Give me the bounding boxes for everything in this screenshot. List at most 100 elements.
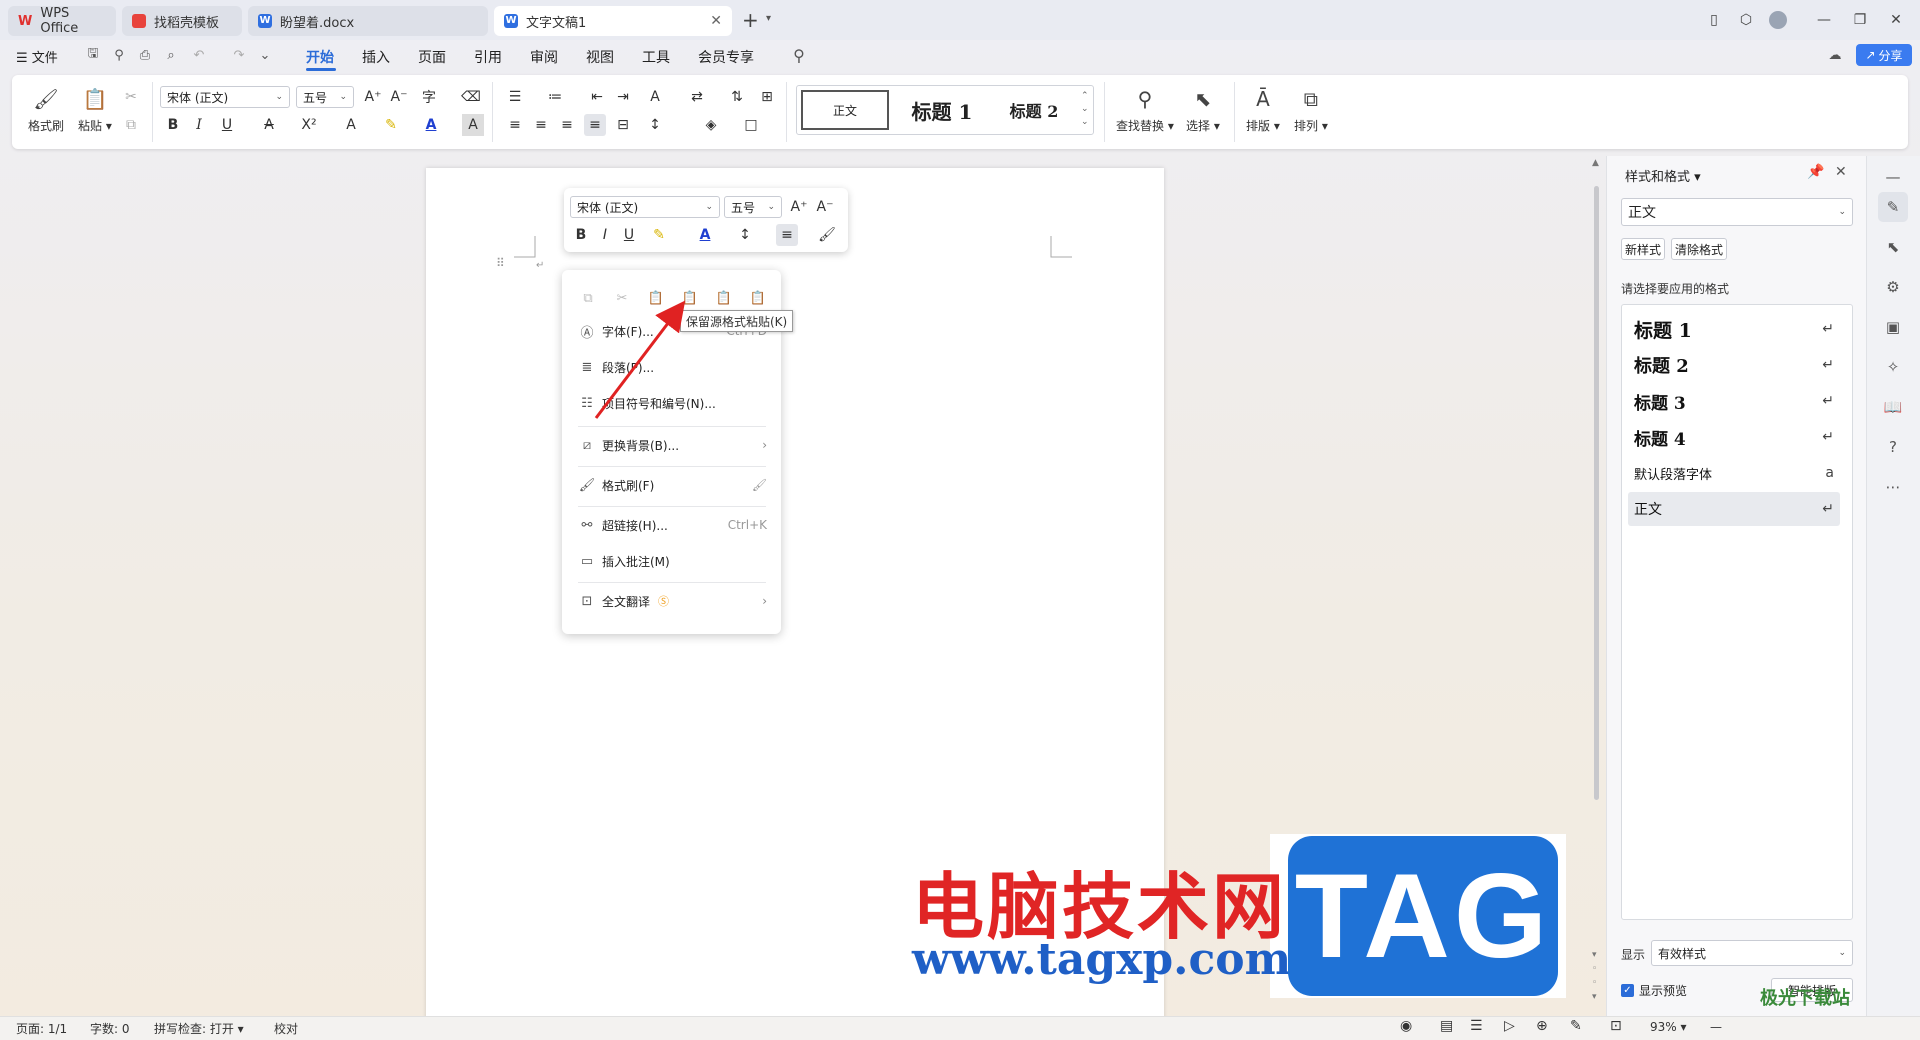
arrange-button[interactable]: ⧉ 排列 ▾ (1294, 86, 1328, 134)
distribute-icon[interactable]: ⊟ (612, 114, 634, 136)
font-color-icon[interactable]: A (694, 224, 716, 246)
highlight-icon[interactable]: ✎ (380, 114, 402, 136)
italic-icon[interactable]: I (594, 224, 616, 246)
scroll-thumb[interactable] (1594, 186, 1599, 800)
paste-button[interactable]: 📋 粘贴 ▾ (78, 86, 112, 134)
tab-template[interactable]: 找稻壳模板 (122, 6, 242, 36)
grow-font-icon[interactable]: A⁺ (362, 86, 384, 108)
undo-icon[interactable]: ↶ (190, 46, 208, 64)
style-item-heading2[interactable]: 标题 2 ↵ (1634, 348, 1840, 382)
style-item-default-font[interactable]: 默认段落字体 a (1634, 456, 1840, 490)
select-cursor-icon[interactable]: ⬉ (1878, 232, 1908, 262)
more-icon[interactable]: ⋯ (1878, 472, 1908, 502)
current-style-select[interactable]: 正文 ⌄ (1621, 198, 1853, 226)
italic-icon[interactable]: I (188, 114, 210, 136)
web-view-icon[interactable]: ⊕ (1536, 1018, 1548, 1034)
align-center-icon[interactable]: ≡ (530, 114, 552, 136)
numbered-list-icon[interactable]: ≔ (544, 86, 566, 108)
cloud-icon[interactable]: ☁ (1826, 46, 1844, 64)
menu-view[interactable]: 视图 (586, 47, 614, 67)
close-panel-icon[interactable]: ✕ (1835, 164, 1847, 180)
new-tab-button[interactable]: + (742, 8, 759, 32)
bold-icon[interactable]: B (570, 224, 592, 246)
text-direction-icon[interactable]: ⇄ (686, 86, 708, 108)
increase-indent-icon[interactable]: ⇥ (612, 86, 634, 108)
bold-icon[interactable]: B (162, 114, 184, 136)
chinese-layout-icon[interactable]: A (644, 86, 666, 108)
menu-insert[interactable]: 插入 (362, 47, 390, 67)
tools-icon[interactable]: ✧ (1878, 352, 1908, 382)
print-preview-icon[interactable]: ⌕ (162, 46, 180, 64)
vertical-scrollbar[interactable]: ▲ ▾ ◦ ◦ ▾ (1586, 156, 1606, 1018)
clear-format-button[interactable]: 清除格式 (1671, 238, 1727, 260)
pen-icon[interactable]: ✎ (1570, 1018, 1582, 1034)
close-tab-icon[interactable]: ✕ (710, 13, 722, 29)
find-replace-button[interactable]: ⚲ 查找替换 ▾ (1116, 86, 1174, 134)
spell-check-status[interactable]: 拼写检查: 打开 ▾ (154, 1020, 244, 1037)
menu-review[interactable]: 审阅 (530, 47, 558, 67)
pin-icon[interactable]: 📌 (1807, 164, 1824, 180)
play-icon[interactable]: ▷ (1504, 1018, 1515, 1034)
menu-insert-comment[interactable]: ▭ 插入批注(M) (562, 546, 781, 576)
font-size-select[interactable]: 五号 ⌄ (296, 86, 354, 108)
drag-handle-icon[interactable]: ⠿ (496, 256, 505, 270)
highlight-icon[interactable]: ✎ (648, 224, 670, 246)
style-heading1[interactable]: 标题 1 (897, 90, 987, 130)
shrink-font-icon[interactable]: A⁻ (814, 196, 836, 218)
new-style-button[interactable]: 新样式 (1621, 238, 1665, 260)
phonetic-icon[interactable]: 字 (418, 86, 440, 108)
shading-icon[interactable]: ◈ (700, 114, 722, 136)
style-item-normal[interactable]: 正文 ↵ (1628, 492, 1840, 526)
copy-icon[interactable]: ⧉ (120, 114, 142, 136)
menu-reference[interactable]: 引用 (474, 47, 502, 67)
page-nav-icons[interactable]: ▾ ◦ ◦ ▾ (1592, 948, 1597, 1004)
adjust-icon[interactable]: ⚙ (1878, 272, 1908, 302)
border-icon[interactable]: □ (740, 114, 762, 136)
panel-title[interactable]: 样式和格式 ▾ (1625, 166, 1701, 185)
menu-change-background[interactable]: ⧄ 更换背景(B)... › (562, 430, 781, 460)
format-painter-icon[interactable]: 🖌 (816, 224, 838, 246)
superscript-icon[interactable]: X² (298, 114, 320, 136)
char-shading-icon[interactable]: A (462, 114, 484, 136)
zoom-level[interactable]: 93% ▾ (1650, 1020, 1687, 1034)
outline-view-icon[interactable]: ☰ (1470, 1018, 1483, 1034)
layout-icon[interactable]: ▯ (1702, 8, 1726, 32)
menu-page[interactable]: 页面 (418, 47, 446, 67)
menu-member[interactable]: 会员专享 (698, 47, 754, 67)
justify-icon[interactable]: ≡ (584, 114, 606, 136)
scroll-up-icon[interactable]: ▲ (1592, 158, 1599, 168)
tab-list-chevron-icon[interactable]: ▾ (766, 13, 771, 24)
minimize-icon[interactable]: — (1812, 8, 1836, 32)
decrease-indent-icon[interactable]: ⇤ (586, 86, 608, 108)
gallery-scroll-icon[interactable]: ⌃ ⌄ ⌄ (1081, 90, 1089, 129)
menu-tools[interactable]: 工具 (642, 47, 670, 67)
menu-home[interactable]: 开始 (306, 47, 334, 67)
cube-icon[interactable]: ⬡ (1734, 8, 1758, 32)
strikethrough-icon[interactable]: A (258, 114, 280, 136)
format-painter-button[interactable]: 🖌 格式刷 (28, 86, 64, 134)
clear-format-icon[interactable]: ⌫ (460, 86, 482, 108)
line-spacing-icon[interactable]: ↕ (734, 224, 756, 246)
underline-icon[interactable]: U (216, 114, 238, 136)
cut-icon[interactable]: ✂ (120, 86, 142, 108)
show-marks-icon[interactable]: ⊞ (756, 86, 778, 108)
show-preview-checkbox[interactable]: ✓ 显示预览 (1621, 982, 1687, 999)
style-item-heading3[interactable]: 标题 3 ↵ (1634, 384, 1840, 418)
save-icon[interactable]: 🖫 (84, 46, 102, 64)
menu-format-painter[interactable]: 🖌 格式刷(F) 🖌 (562, 470, 781, 500)
sort-icon[interactable]: ⇅ (726, 86, 748, 108)
font-name-select[interactable]: 宋体 (正文) ⌄ (160, 86, 290, 108)
style-normal[interactable]: 正文 (801, 90, 889, 130)
redo-icon[interactable]: ↷ (230, 46, 248, 64)
bullet-list-icon[interactable]: ☰ (504, 86, 526, 108)
mini-font-size-select[interactable]: 五号 ⌄ (724, 196, 782, 218)
layout-button[interactable]: Ā 排版 ▾ (1246, 86, 1280, 134)
style-item-heading1[interactable]: 标题 1 ↵ (1634, 312, 1840, 346)
menu-hyperlink[interactable]: ⚯ 超链接(H)... Ctrl+K (562, 510, 781, 540)
close-window-icon[interactable]: ✕ (1884, 8, 1908, 32)
more-chevron-icon[interactable]: ⌄ (256, 46, 274, 64)
style-pen-icon[interactable]: ✎ (1878, 192, 1908, 222)
show-select[interactable]: 有效样式 ⌄ (1651, 940, 1853, 966)
help-icon[interactable]: ? (1878, 432, 1908, 462)
menu-translate[interactable]: ⊡ 全文翻译 Ⓢ › (562, 586, 781, 616)
